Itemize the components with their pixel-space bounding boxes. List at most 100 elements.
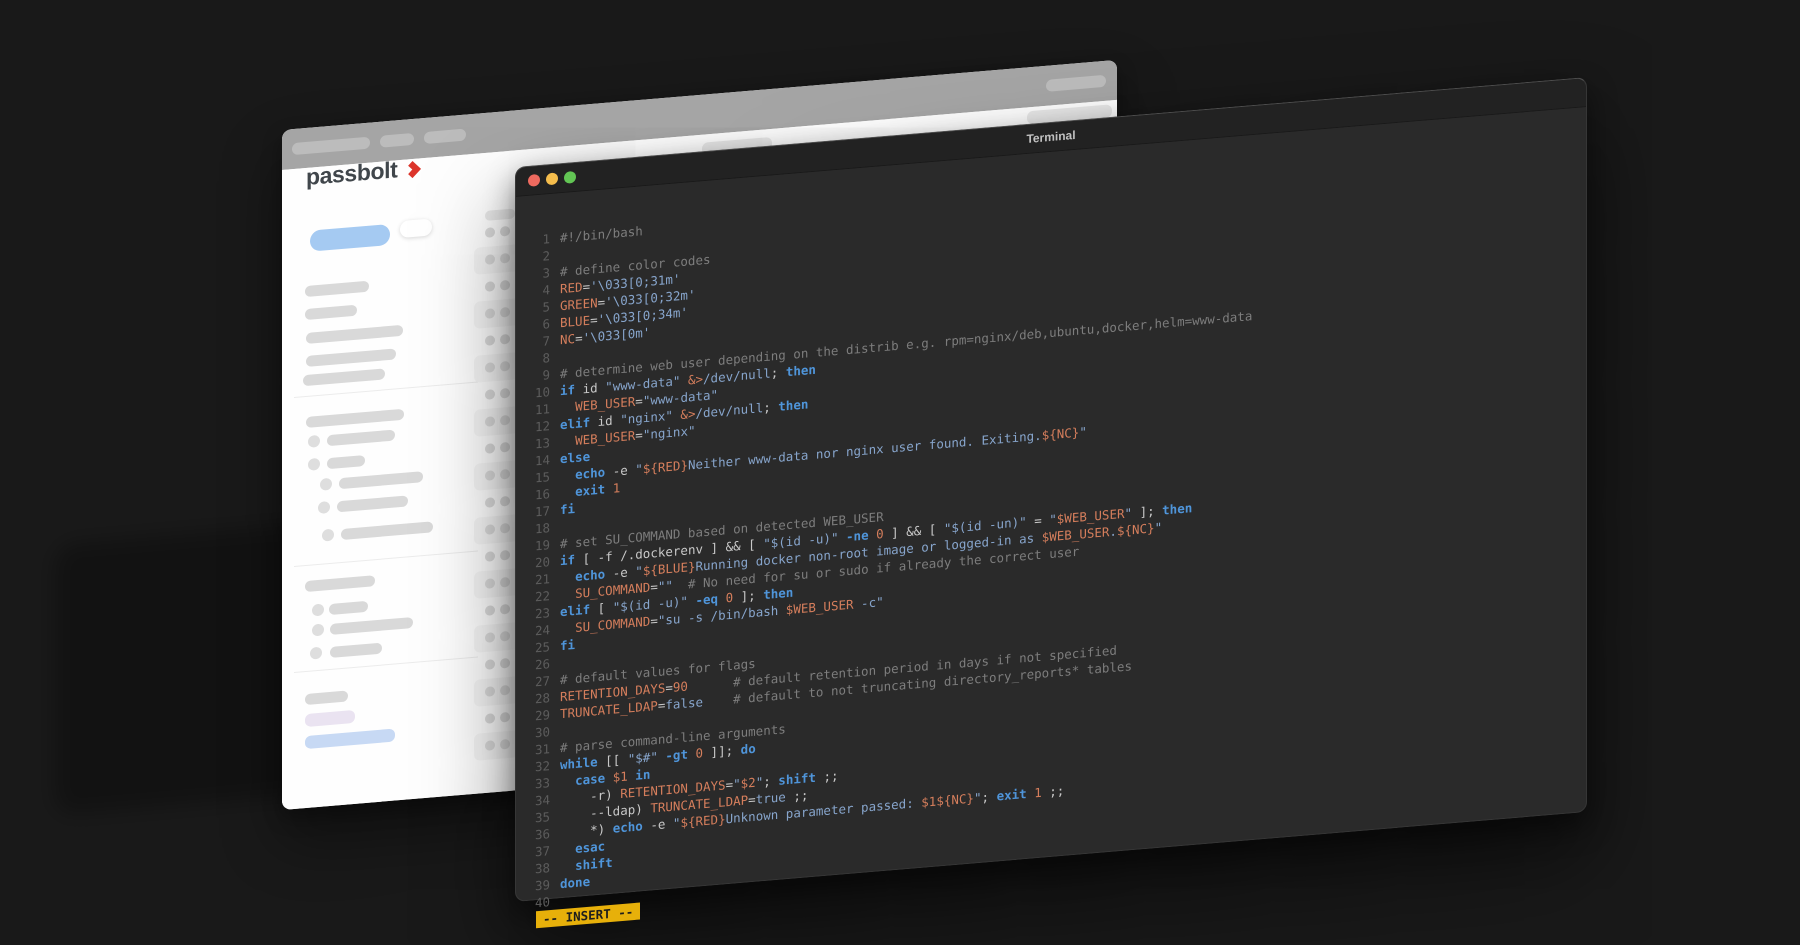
row-icon-dot <box>485 740 495 751</box>
line-number: 11 <box>526 400 550 419</box>
line-number: 9 <box>526 366 550 385</box>
row-icon-dot <box>500 469 510 480</box>
line-number: 13 <box>526 434 550 453</box>
sidebar-item-icon-skeleton <box>318 501 330 514</box>
sidebar-item-skeleton[interactable] <box>305 281 369 297</box>
line-number: 14 <box>526 451 550 470</box>
line-number: 6 <box>526 315 550 334</box>
row-icon-dot <box>485 254 495 265</box>
sidebar-item-skeleton[interactable] <box>305 305 357 320</box>
line-number: 1 <box>526 230 550 249</box>
line-number: 3 <box>526 264 550 283</box>
line-number: 5 <box>526 298 550 317</box>
sidebar-item-icon-skeleton <box>308 458 320 471</box>
sidebar-item-skeleton[interactable] <box>306 348 396 367</box>
line-number: 21 <box>526 570 550 589</box>
line-number: 37 <box>526 842 550 861</box>
row-icon-dot <box>500 685 510 696</box>
row-icon-dot <box>485 281 495 292</box>
line-number: 39 <box>526 876 550 895</box>
sidebar-item-skeleton[interactable] <box>330 643 382 658</box>
row-icon-dot <box>500 658 510 669</box>
sidebar-item-icon-skeleton <box>322 529 334 542</box>
passbolt-arrow-icon <box>403 159 422 180</box>
row-icon-dot <box>500 577 510 588</box>
sidebar-item-skeleton[interactable] <box>327 455 365 469</box>
row-icon-dot <box>500 388 510 399</box>
browser-tab-skeleton[interactable] <box>292 137 370 156</box>
sidebar-item-skeleton[interactable] <box>306 325 403 344</box>
sidebar-item-skeleton[interactable] <box>329 601 368 615</box>
row-icon-dot <box>500 442 510 453</box>
sidebar-item-skeleton[interactable] <box>339 471 423 489</box>
row-icon-dot <box>500 739 510 750</box>
line-number: 36 <box>526 825 550 844</box>
row-icon-dot <box>485 551 495 562</box>
tag-pill-skeleton[interactable] <box>305 729 395 750</box>
line-number: 8 <box>526 349 550 368</box>
terminal-window: Terminal 1#!/bin/bash23# define color co… <box>515 77 1587 902</box>
line-number: 2 <box>526 247 550 266</box>
row-icon-dot <box>485 389 495 400</box>
line-number: 32 <box>526 757 550 776</box>
line-number: 34 <box>526 791 550 810</box>
row-icon-dot <box>485 497 495 508</box>
line-number: 29 <box>526 706 550 725</box>
row-icon-dot <box>485 578 495 589</box>
filter-pill-skeleton[interactable] <box>400 218 432 238</box>
row-icon-dot <box>485 659 495 670</box>
line-number: 17 <box>526 502 550 521</box>
vim-editor[interactable]: 1#!/bin/bash23# define color codes4RED='… <box>516 107 1586 901</box>
line-number: 33 <box>526 774 550 793</box>
sidebar-item-skeleton[interactable] <box>305 575 375 592</box>
row-icon-dot <box>500 604 510 615</box>
sidebar-item-skeleton[interactable] <box>303 368 385 386</box>
row-icon-dot <box>500 226 510 237</box>
line-number: 10 <box>526 383 550 402</box>
sidebar-item-icon-skeleton <box>310 647 322 660</box>
line-number: 38 <box>526 859 550 878</box>
line-number: 30 <box>526 723 550 742</box>
row-icon-dot <box>500 307 510 318</box>
row-icon-dot <box>485 227 495 238</box>
line-number: 35 <box>526 808 550 827</box>
browser-tab-skeleton[interactable] <box>1046 75 1106 92</box>
row-icon-dot <box>500 280 510 291</box>
row-icon-dot <box>500 712 510 723</box>
sidebar-item-skeleton[interactable] <box>305 690 348 705</box>
row-icon-dot <box>485 470 495 481</box>
line-number: 40 <box>526 893 550 912</box>
row-icon-dot <box>485 416 495 427</box>
line-number: 31 <box>526 740 550 759</box>
row-icon-dot <box>500 550 510 561</box>
line-number: 23 <box>526 604 550 623</box>
row-icon-dot <box>500 496 510 507</box>
line-number: 24 <box>526 621 550 640</box>
sidebar-item-skeleton[interactable] <box>327 430 395 447</box>
sidebar-divider <box>294 551 478 567</box>
browser-tab-skeleton[interactable] <box>380 133 414 148</box>
tag-pill-skeleton[interactable] <box>305 710 355 727</box>
sidebar-item-skeleton[interactable] <box>306 409 404 428</box>
row-icon-dot <box>485 605 495 616</box>
row-icon-dot <box>500 523 510 534</box>
row-icon-dot <box>485 362 495 373</box>
row-icon-dot <box>500 334 510 345</box>
browser-tab-skeleton[interactable] <box>424 129 466 145</box>
row-icon-dot <box>485 443 495 454</box>
sidebar-item-skeleton[interactable] <box>337 495 408 512</box>
sidebar-item-skeleton[interactable] <box>341 521 433 540</box>
line-number: 4 <box>526 281 550 300</box>
row-icon-dot <box>500 631 510 642</box>
line-number: 27 <box>526 672 550 691</box>
row-icon-dot <box>485 686 495 697</box>
sidebar-item-skeleton[interactable] <box>330 617 413 635</box>
line-number: 28 <box>526 689 550 708</box>
line-number: 20 <box>526 553 550 572</box>
row-icon-dot <box>485 308 495 319</box>
create-button-skeleton[interactable] <box>310 224 390 252</box>
line-number: 16 <box>526 485 550 504</box>
line-number: 26 <box>526 655 550 674</box>
line-number: 18 <box>526 519 550 538</box>
code-text: fi <box>560 636 575 654</box>
